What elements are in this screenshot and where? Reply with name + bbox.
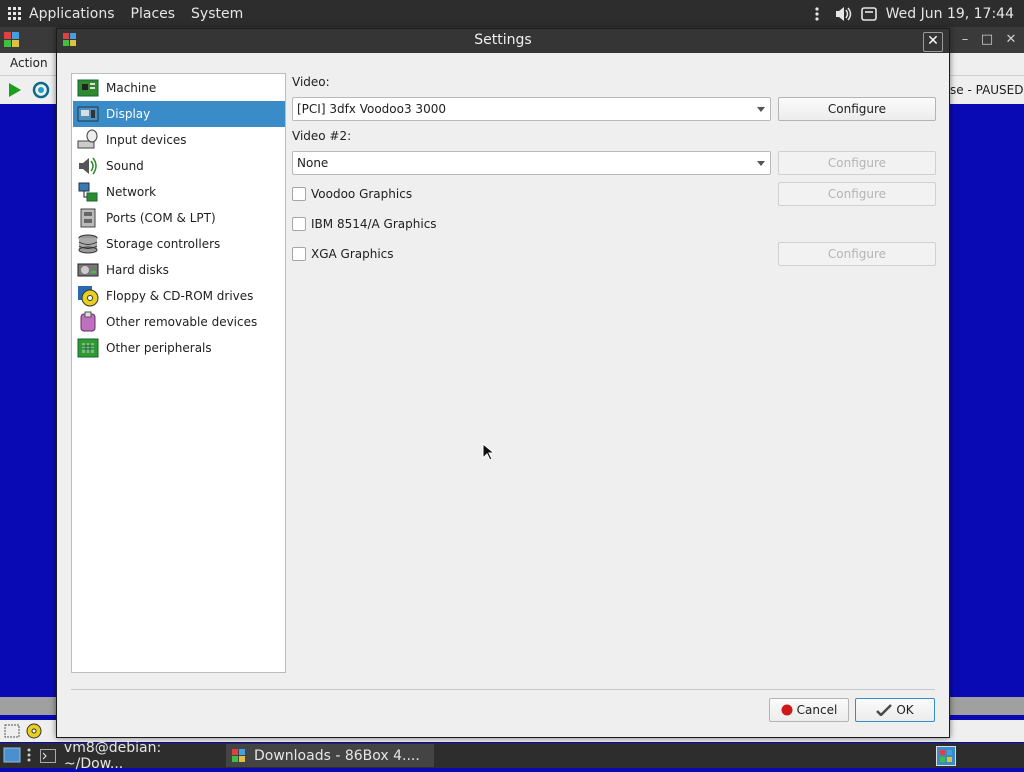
input-devices-icon [76, 128, 100, 152]
category-machine[interactable]: Machine [73, 75, 285, 101]
taskbar: vm8@debian: ~/Dow... Downloads - 86Box 4… [0, 740, 1024, 772]
video-label: Video: [292, 75, 330, 89]
video2-configure-button[interactable]: Configure [778, 151, 936, 175]
task-label: Downloads - 86Box 4.... [254, 747, 420, 764]
ok-button[interactable]: OK [855, 698, 935, 722]
category-list[interactable]: Machine Display Input devices Sound Netw… [71, 73, 286, 673]
category-other-peripherals[interactable]: Other peripherals [73, 335, 285, 361]
xga-checkbox[interactable] [292, 247, 306, 261]
sound-icon [76, 154, 100, 178]
category-label: Floppy & CD-ROM drives [106, 289, 254, 303]
show-desktop-icon[interactable] [3, 747, 21, 763]
category-label: Hard disks [106, 263, 169, 277]
category-display[interactable]: Display [73, 101, 285, 127]
video2-select-value: None [297, 156, 329, 170]
ibm8514-label: IBM 8514/A Graphics [311, 217, 437, 231]
cancel-button[interactable]: Cancel [769, 698, 849, 722]
cancel-label: Cancel [796, 703, 838, 717]
category-label: Sound [106, 159, 144, 173]
category-label: Other peripherals [106, 341, 212, 355]
voodoo-configure-button[interactable]: Configure [778, 182, 936, 206]
voodoo-checkbox[interactable] [292, 187, 306, 201]
dialog-separator [71, 689, 935, 690]
top-panel: Applications Places System Wed Jun 19, 1… [0, 0, 1024, 27]
cancel-icon [781, 704, 793, 716]
video-select[interactable]: [PCI] 3dfx Voodoo3 3000 [292, 97, 771, 121]
display-icon [76, 102, 100, 126]
category-ports[interactable]: Ports (COM & LPT) [73, 205, 285, 231]
category-label: Ports (COM & LPT) [106, 211, 216, 225]
category-label: Other removable devices [106, 315, 258, 329]
storage-controllers-icon [76, 232, 100, 256]
category-hard-disks[interactable]: Hard disks [73, 257, 285, 283]
ports-icon [76, 206, 100, 230]
removable-devices-icon [76, 310, 100, 334]
menu-action[interactable]: Action [10, 56, 48, 70]
network-icon [76, 180, 100, 204]
applications-menu[interactable]: Applications [0, 0, 123, 27]
handle-icon [27, 748, 31, 762]
peripherals-icon [76, 336, 100, 360]
apps-grid-icon [8, 7, 21, 20]
drive-icon[interactable] [4, 723, 20, 739]
dialog-titlebar: Settings ✕ [57, 29, 949, 53]
category-label: Network [106, 185, 157, 199]
cdrom-icon[interactable] [26, 723, 42, 739]
category-floppy-cdrom[interactable]: Floppy & CD-ROM drives [73, 283, 285, 309]
maximize-icon[interactable]: □ [978, 31, 996, 49]
clock[interactable]: Wed Jun 19, 17:44 [886, 6, 1014, 22]
settings-dialog: Settings ✕ Machine Display Input devices… [56, 28, 950, 738]
play-icon[interactable] [8, 82, 22, 98]
category-sound[interactable]: Sound [73, 153, 285, 179]
dialog-title: Settings [474, 32, 532, 48]
category-removable-devices[interactable]: Other removable devices [73, 309, 285, 335]
xga-label: XGA Graphics [311, 247, 394, 261]
ibm8514-checkbox[interactable] [292, 217, 306, 231]
places-menu[interactable]: Places [123, 0, 184, 27]
category-input-devices[interactable]: Input devices [73, 127, 285, 153]
video-configure-button[interactable]: Configure [778, 97, 936, 121]
floppy-cdrom-icon [76, 284, 100, 308]
close-icon[interactable]: ✕ [1002, 31, 1020, 49]
reset-icon[interactable] [32, 81, 50, 99]
task-label: vm8@debian: ~/Dow... [63, 739, 162, 772]
category-label: Input devices [106, 133, 187, 147]
mouse-cursor-icon [482, 443, 494, 461]
category-storage-controllers[interactable]: Storage controllers [73, 231, 285, 257]
dialog-close-button[interactable]: ✕ [923, 32, 943, 52]
minimize-icon[interactable]: – [956, 31, 974, 49]
task-86box[interactable]: Downloads - 86Box 4.... [226, 744, 434, 767]
notification-icon[interactable] [860, 5, 878, 23]
video2-label: Video #2: [292, 129, 352, 143]
hard-disk-icon [76, 258, 100, 282]
volume-icon[interactable] [834, 5, 852, 23]
video2-select[interactable]: None [292, 151, 771, 175]
machine-icon [76, 76, 100, 100]
category-network[interactable]: Network [73, 179, 285, 205]
86box-icon [232, 748, 245, 762]
checkmark-icon [876, 704, 893, 716]
video-select-value: [PCI] 3dfx Voodoo3 3000 [297, 102, 446, 116]
applications-label: Applications [29, 5, 115, 22]
86box-icon [4, 32, 20, 51]
category-label: Display [106, 107, 151, 121]
xga-configure-button[interactable]: Configure [778, 242, 936, 266]
workspace-switcher-icon[interactable] [936, 746, 956, 766]
chevron-down-icon [757, 107, 765, 112]
terminal-icon [40, 748, 56, 763]
category-label: Storage controllers [106, 237, 221, 251]
category-label: Machine [106, 81, 157, 95]
chevron-down-icon [757, 161, 765, 166]
voodoo-label: Voodoo Graphics [311, 187, 413, 201]
system-menu[interactable]: System [183, 0, 251, 27]
task-terminal[interactable]: vm8@debian: ~/Dow... [34, 740, 230, 772]
status-paused: se - PAUSED [950, 83, 1024, 97]
ok-label: OK [896, 703, 914, 717]
dots-icon[interactable] [808, 5, 826, 23]
